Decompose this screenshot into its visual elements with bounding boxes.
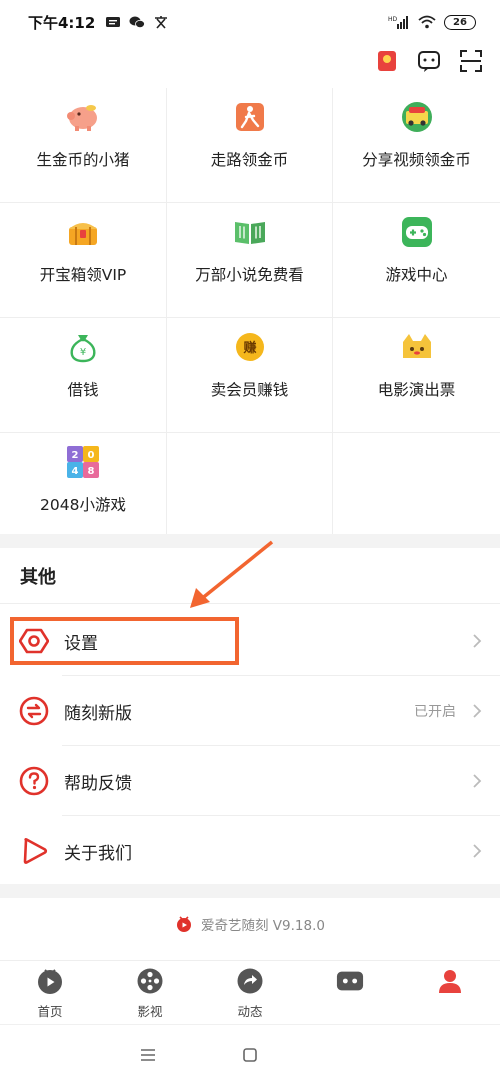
- grid-item-sell-vip[interactable]: 赚 卖会员赚钱: [167, 318, 333, 433]
- new-version-row[interactable]: 随刻新版 已开启: [0, 676, 500, 746]
- nav-label: 首页: [37, 1004, 63, 1019]
- version-info: 爱奇艺随刻 V9.18.0: [0, 914, 500, 934]
- status-bar: 下午4:12 HD 26: [0, 0, 500, 44]
- book-icon: [231, 213, 269, 251]
- nav-profile[interactable]: [400, 961, 500, 1024]
- feed-icon: [236, 967, 264, 995]
- earn-coin-icon: 赚: [231, 328, 269, 366]
- row-label: 帮助反馈: [64, 773, 132, 794]
- wifi-icon: [418, 15, 436, 29]
- top-actions: [374, 48, 484, 74]
- about-us-row[interactable]: 关于我们: [0, 816, 500, 886]
- message-bubble-icon[interactable]: [416, 48, 442, 74]
- chevron-right-icon: [470, 634, 484, 648]
- annotation-arrow-icon: [190, 540, 274, 608]
- help-feedback-row[interactable]: 帮助反馈: [0, 746, 500, 816]
- grid-label: 走路领金币: [210, 151, 289, 169]
- grid-item-borrow[interactable]: ¥ 借钱: [0, 318, 167, 433]
- grid-label: 万部小说免费看: [195, 266, 304, 284]
- grid-label: 游戏中心: [385, 266, 448, 284]
- bottom-nav: 首页 影视 动态: [0, 960, 500, 1024]
- money-bag-icon: ¥: [64, 328, 102, 366]
- red-packet-icon[interactable]: [374, 48, 400, 74]
- share-video-icon: [398, 98, 436, 136]
- walking-icon: [231, 98, 269, 136]
- chevron-right-icon: [470, 704, 484, 718]
- translate-icon: [155, 16, 168, 29]
- grid-label: 生金币的小猪: [36, 151, 130, 169]
- tile-label: 4: [72, 466, 79, 477]
- tile-label: 8: [88, 466, 95, 477]
- version-text: 爱奇艺随刻 V9.18.0: [201, 918, 325, 934]
- nav-label: 动态: [237, 1004, 263, 1019]
- section-title: 其他: [20, 567, 56, 588]
- gamepad-icon: [398, 213, 436, 251]
- bag-label: ¥: [80, 347, 86, 358]
- section-gap: [0, 884, 500, 898]
- movie-ticket-icon: [398, 328, 436, 366]
- grid-label: 分享视频领金币: [362, 151, 471, 169]
- play-icon: [18, 835, 50, 867]
- coin-label: 赚: [242, 340, 256, 356]
- grid-item-piggy[interactable]: 生金币的小猪: [0, 88, 167, 203]
- nav-movies[interactable]: 影视: [100, 961, 200, 1024]
- grid-item-walking[interactable]: 走路领金币: [167, 88, 333, 203]
- film-reel-icon: [136, 967, 164, 995]
- grid-label: 2048小游戏: [40, 496, 126, 514]
- grid-item-2048[interactable]: 2 0 4 8 2048小游戏: [0, 433, 167, 548]
- tile-label: 2: [72, 450, 79, 461]
- grid-item-novels[interactable]: 万部小说免费看: [167, 203, 333, 318]
- grid-label: 卖会员赚钱: [210, 381, 289, 399]
- grid-item-movie-tickets[interactable]: 电影演出票: [333, 318, 500, 433]
- wechat-icon: [129, 16, 146, 28]
- game-icon: [336, 967, 364, 995]
- help-icon: [18, 765, 50, 797]
- grid-label: 开宝箱领VIP: [39, 266, 127, 284]
- game-2048-icon: 2 0 4 8: [64, 443, 102, 481]
- grid-item-treasure[interactable]: 开宝箱领VIP: [0, 203, 167, 318]
- grid-empty-cell: [333, 433, 500, 548]
- profile-icon: [436, 967, 464, 995]
- status-time: 下午4:12: [28, 13, 96, 32]
- home-button-icon[interactable]: [240, 1045, 260, 1065]
- home-icon: [36, 967, 64, 995]
- switch-icon: [18, 695, 50, 727]
- treasure-chest-icon: [64, 213, 102, 251]
- tile-label: 0: [88, 450, 95, 461]
- piggy-icon: [64, 98, 102, 136]
- system-nav-bar: [0, 1024, 500, 1084]
- service-grid: 生金币的小猪 走路领金币 分享视频领金币 开宝箱领VIP 万部小说免费看 游戏中…: [0, 88, 500, 548]
- row-status-value: 已开启: [414, 704, 456, 720]
- chevron-right-icon: [470, 774, 484, 788]
- grid-item-game-center[interactable]: 游戏中心: [333, 203, 500, 318]
- signal-icon: HD: [388, 16, 408, 29]
- grid-label: 电影演出票: [377, 381, 456, 399]
- nav-home[interactable]: 首页: [0, 961, 100, 1024]
- grid-empty-cell: [167, 433, 333, 548]
- menu-icon[interactable]: [138, 1045, 158, 1065]
- highlight-annotation: [10, 617, 239, 665]
- row-label: 随刻新版: [64, 703, 132, 724]
- message-icon: [106, 17, 121, 27]
- grid-label: 借钱: [67, 381, 99, 399]
- nav-feed[interactable]: 动态: [200, 961, 300, 1024]
- grid-item-share-video[interactable]: 分享视频领金币: [333, 88, 500, 203]
- battery-indicator: 26: [444, 14, 476, 30]
- app-logo-icon: [177, 916, 192, 932]
- nav-games[interactable]: [300, 961, 400, 1024]
- chevron-right-icon: [470, 844, 484, 858]
- row-label: 关于我们: [64, 843, 132, 864]
- nav-label: 影视: [137, 1004, 163, 1019]
- scan-icon[interactable]: [458, 48, 484, 74]
- network-type: HD: [388, 16, 398, 23]
